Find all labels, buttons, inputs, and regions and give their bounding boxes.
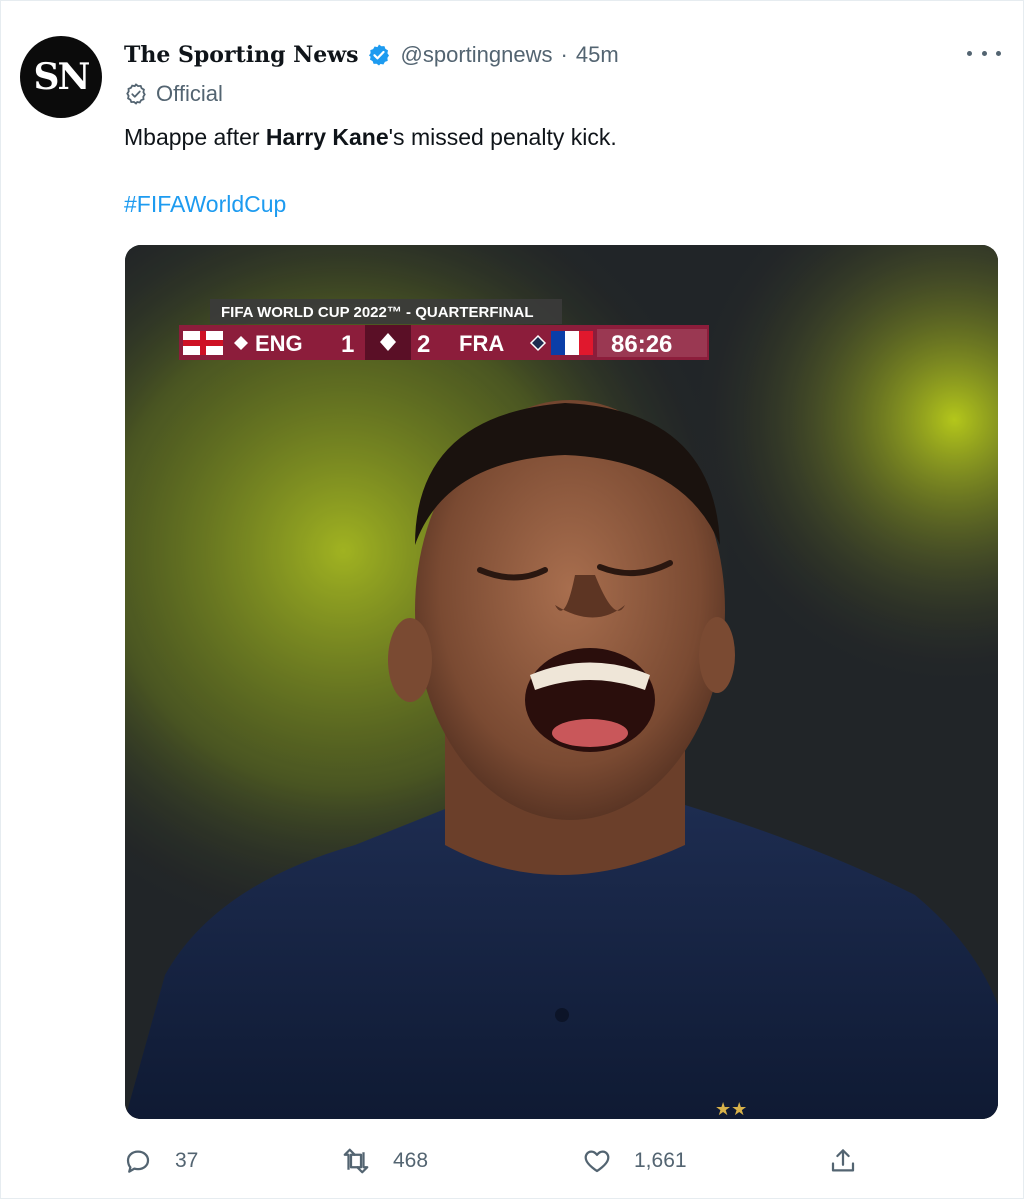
more-dot: [981, 50, 987, 56]
official-label: Official: [124, 81, 223, 107]
more-dot: [967, 50, 972, 56]
team-away: FRA: [459, 331, 504, 356]
heart-icon: [584, 1150, 610, 1173]
match-clock: 86:26: [611, 331, 672, 358]
official-badge-icon: [126, 83, 146, 105]
reply-count: 37: [175, 1149, 199, 1172]
more-dot: [996, 50, 1001, 56]
hashtag-link[interactable]: #FIFAWorldCup: [124, 191, 286, 218]
tweet-text-bold[interactable]: Harry Kane: [266, 124, 389, 150]
verified-badge-icon: [368, 44, 389, 66]
tweet-text-part2: 's missed penalty kick.: [388, 124, 617, 150]
team-home: ENG: [255, 331, 303, 356]
svg-text:★★: ★★: [715, 1099, 747, 1119]
like-count: 1,661: [634, 1149, 687, 1172]
official-text: Official: [156, 81, 223, 106]
scoreboard-banner: FIFA WORLD CUP 2022™ - QUARTERFINAL: [221, 304, 534, 321]
tweet-text-part1: Mbappe after: [124, 124, 266, 150]
tweet-time[interactable]: 45m: [576, 42, 619, 68]
tweet-text: Mbappe after Harry Kane's missed penalty…: [124, 121, 617, 153]
score-home: 1: [341, 331, 354, 358]
avatar[interactable]: SN: [20, 36, 102, 118]
more-options-icon[interactable]: [967, 41, 1001, 65]
retweet-count: 468: [393, 1149, 429, 1172]
retweet-icon: [343, 1148, 369, 1174]
tweet-media-photo[interactable]: ★★ FIFA WORLD CUP 2022™ - QUARTERFINAL E…: [125, 245, 998, 1119]
share-icon: [831, 1149, 855, 1172]
retweet-button[interactable]: 468: [341, 1141, 428, 1181]
tweet-header: The Sporting News @sportingnews · 45m: [124, 39, 619, 71]
france-flag-icon: [551, 331, 593, 355]
author-name[interactable]: The Sporting News: [124, 42, 359, 68]
author-handle[interactable]: @sportingnews: [401, 42, 553, 68]
player-photo: ★★ FIFA WORLD CUP 2022™ - QUARTERFINAL E…: [125, 245, 998, 1119]
reply-button[interactable]: 37: [123, 1141, 198, 1181]
tweet-actions: 37 468 1,661: [1, 1141, 1024, 1181]
tweet-card: SN The Sporting News @sportingnews · 45m…: [0, 0, 1024, 1199]
score-away: 2: [417, 331, 430, 358]
reply-icon: [126, 1150, 150, 1173]
share-button[interactable]: [828, 1141, 880, 1181]
like-button[interactable]: 1,661: [582, 1141, 687, 1181]
separator-dot: ·: [560, 42, 568, 67]
